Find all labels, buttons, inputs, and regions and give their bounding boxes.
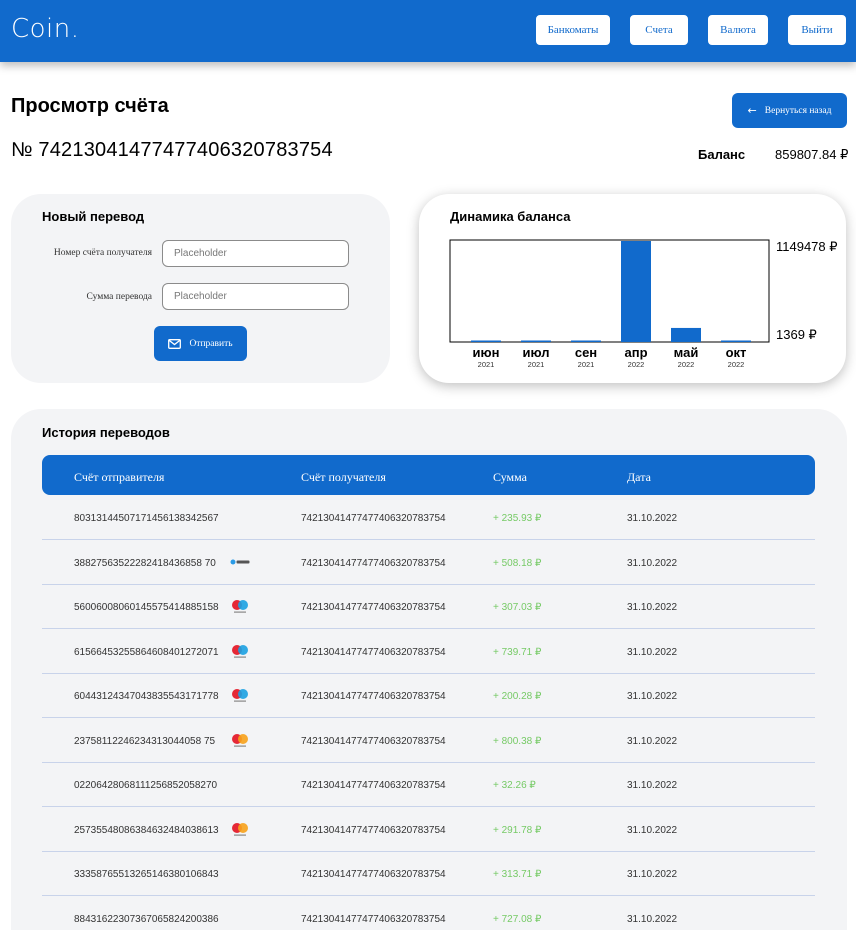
balance-value: 859807.84 ₽ [775,147,849,162]
x-tick-label: окт [726,345,747,360]
sender-account-cell: 02206428068111256852058270 [74,780,218,791]
date-cell: 31.10.2022 [627,869,678,880]
x-tick-year-label: 2021 [478,360,495,369]
sender-account-cell: 25735548086384632484038613 [74,824,219,836]
maestro-icon [232,689,248,702]
account-number: № 74213041477477406320783754 [11,139,333,161]
date-cell: 31.10.2022 [627,646,678,658]
chart-title: Динамика баланса [450,209,571,224]
arrow-left-icon: ← [747,104,757,117]
recipient-account-cell: 74213041477477406320783754 [301,646,446,658]
date-cell: 31.10.2022 [627,824,678,836]
date-cell: 31.10.2022 [627,691,678,702]
x-tick-year-label: 2021 [578,360,595,369]
amount-cell: + 200.28 ₽ [493,691,542,702]
recipient-input[interactable] [162,240,349,267]
x-tick-label: сен [575,345,597,360]
recipient-account-cell: 74213041477477406320783754 [301,513,446,524]
sender-account-cell: 80313144507171456138342567 [74,513,219,524]
sender-account-cell: 88431622307367065824200386 [74,913,219,925]
col-amount-header: Сумма [493,470,527,484]
chart-bar [471,340,501,342]
recipient-account-cell: 74213041477477406320783754 [301,557,446,569]
amount-cell: + 800.38 ₽ [493,735,542,747]
mastercard-icon [232,822,248,836]
sender-account-cell: 60443124347043835543171778 [74,691,219,702]
date-cell: 31.10.2022 [627,602,678,613]
back-button-label: Вернуться назад [764,105,832,116]
chart-plot-frame [449,239,770,343]
amount-input[interactable] [162,283,349,310]
col-date-header: Дата [627,470,651,484]
send-button[interactable]: Отправить [154,326,247,361]
history-title: История переводов [42,425,170,440]
y-max-label: 1149478 ₽ [776,239,838,254]
nav-logout-button[interactable]: Выйти [787,14,847,46]
chart-bar [671,327,701,342]
y-min-label: 1369 ₽ [776,327,817,342]
amount-cell: + 32.26 ₽ [493,780,536,791]
back-button[interactable]: ← Вернуться назад [732,93,847,128]
recipient-account-cell: 74213041477477406320783754 [301,869,446,880]
top-header: Coin. Банкоматы Счета Валюта Выйти [0,0,856,62]
sender-account-cell: 38827563522282418436858 70 [74,557,216,569]
x-tick-label: апр [624,345,647,360]
maestro-icon [232,644,248,658]
page-title: Просмотр счёта [11,95,169,117]
balance-label: Баланс [698,147,746,162]
sender-account-cell: 61566453255864608401272071 [74,646,219,658]
chart-bar [621,241,651,342]
amount-cell: + 739.71 ₽ [493,646,542,658]
x-tick-year-label: 2021 [528,360,545,369]
col-sender-header: Счёт отправителя [74,470,165,484]
app-logo: Coin. [11,14,80,44]
amount-cell: + 727.08 ₽ [493,913,542,925]
x-tick-label: июл [522,345,549,360]
nav-currency-button[interactable]: Валюта [707,14,769,46]
amount-cell: + 508.18 ₽ [493,557,542,569]
nav-atms-button[interactable]: Банкоматы [535,14,611,46]
recipient-account-cell: 74213041477477406320783754 [301,824,446,836]
x-tick-year-label: 2022 [678,360,695,369]
mastercard-icon [232,733,248,747]
new-transfer-title: Новый перевод [42,209,145,224]
recipient-account-cell: 74213041477477406320783754 [301,691,446,702]
col-recipient-header: Счёт получателя [301,470,386,484]
send-button-label: Отправить [189,338,233,349]
recipient-account-cell: 74213041477477406320783754 [301,602,446,613]
x-tick-year-label: 2022 [728,360,745,369]
envelope-icon [168,338,182,349]
recipient-label: Номер счёта получателя [53,248,152,258]
chart-bar [521,340,551,342]
chart-bar [721,340,751,342]
amount-cell: + 307.03 ₽ [493,602,542,613]
date-cell: 31.10.2022 [627,557,678,569]
recipient-account-cell: 74213041477477406320783754 [301,780,446,791]
balance-chart: Динамика баланса июн2021июл2021сен2021ап… [449,209,838,369]
date-cell: 31.10.2022 [627,913,678,925]
nav-accounts-button[interactable]: Счета [629,14,689,46]
recipient-account-cell: 74213041477477406320783754 [301,735,446,747]
maestro-icon [232,600,248,613]
date-cell: 31.10.2022 [627,735,678,747]
bank-icon [230,559,250,564]
sender-account-cell: 23758112246234313044058 75 [74,735,216,747]
amount-cell: + 313.71 ₽ [493,869,542,880]
recipient-account-cell: 74213041477477406320783754 [301,913,446,925]
amount-cell: + 291.78 ₽ [493,824,542,836]
x-tick-label: май [674,345,699,360]
date-cell: 31.10.2022 [627,780,678,791]
chart-bar [571,340,601,342]
amount-cell: + 235.93 ₽ [493,513,542,524]
amount-label: Сумма перевода [86,292,153,302]
sender-account-cell: 33358765513265146380106843 [74,869,219,880]
x-tick-year-label: 2022 [628,360,645,369]
date-cell: 31.10.2022 [627,513,678,524]
balance-chart-card: Динамика баланса июн 2021 июл 2021 сен 2021 ап… [419,194,846,383]
sender-account-cell: 56006008060145575414885158 [74,602,219,613]
x-tick-label: июн [473,345,500,360]
